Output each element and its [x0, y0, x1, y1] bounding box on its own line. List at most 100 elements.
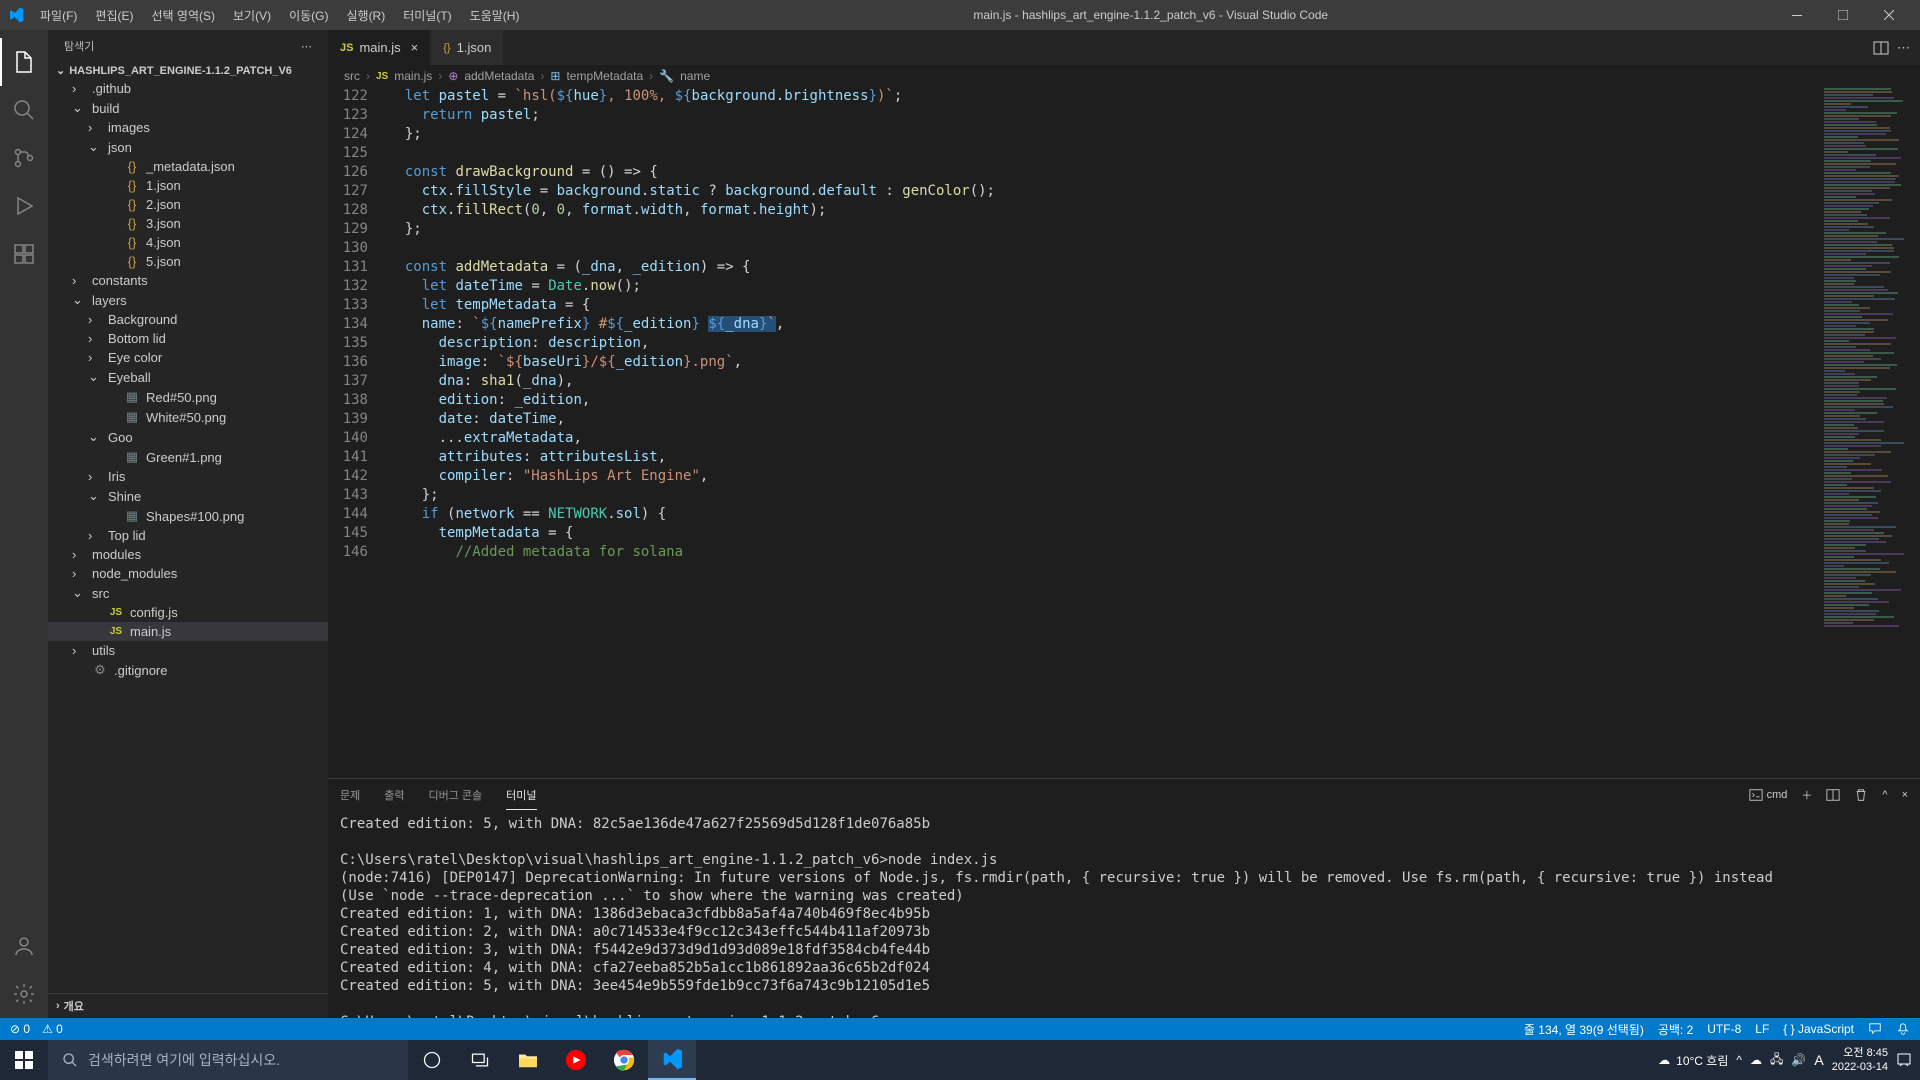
tree-folder[interactable]: ⌄json	[48, 137, 328, 157]
tree-folder[interactable]: ›Bottom lid	[48, 329, 328, 348]
split-terminal-icon[interactable]	[1826, 788, 1840, 802]
breadcrumb-item[interactable]: main.js	[394, 69, 432, 83]
taskbar-search[interactable]: 검색하려면 여기에 입력하십시오.	[48, 1040, 408, 1080]
status-cursor-position[interactable]: 줄 134, 열 39(9 선택됨)	[1524, 1021, 1644, 1038]
tree-file[interactable]: ▦White#50.png	[48, 407, 328, 427]
maximize-button[interactable]	[1820, 0, 1866, 30]
menu-item[interactable]: 파일(F)	[32, 7, 85, 24]
tree-file[interactable]: JSconfig.js	[48, 603, 328, 622]
tree-file[interactable]: {}3.json	[48, 214, 328, 233]
tree-file[interactable]: {}_metadata.json	[48, 157, 328, 176]
tree-folder[interactable]: ⌄Shine	[48, 486, 328, 506]
code-content[interactable]: let pastel = `hsl(${hue}, 100%, ${backgr…	[388, 87, 1820, 778]
outline-header[interactable]: › 개요	[48, 993, 328, 1018]
task-view-icon[interactable]	[456, 1040, 504, 1080]
breadcrumb-item[interactable]: addMetadata	[464, 69, 534, 83]
tree-file[interactable]: {}4.json	[48, 233, 328, 252]
menu-item[interactable]: 선택 영역(S)	[143, 7, 223, 24]
breadcrumb-item[interactable]: name	[680, 69, 710, 83]
extensions-activity[interactable]	[0, 230, 48, 278]
editor-tab[interactable]: {}1.json	[431, 30, 504, 65]
onedrive-icon[interactable]: ☁	[1750, 1053, 1762, 1067]
menu-item[interactable]: 터미널(T)	[395, 7, 459, 24]
tree-folder[interactable]: ⌄src	[48, 583, 328, 603]
tree-folder[interactable]: ›Eye color	[48, 348, 328, 367]
chrome-icon[interactable]	[600, 1040, 648, 1080]
tree-folder[interactable]: ›utils	[48, 641, 328, 660]
tree-file[interactable]: JSmain.js	[48, 622, 328, 641]
tree-folder[interactable]: ›node_modules	[48, 564, 328, 583]
close-tab-icon[interactable]: ×	[411, 40, 419, 55]
terminal-shell-label[interactable]: cmd	[1749, 788, 1788, 802]
breadcrumb-item[interactable]: src	[344, 69, 360, 83]
more-icon[interactable]: ⋯	[301, 40, 312, 53]
tree-folder[interactable]: ⌄build	[48, 98, 328, 118]
volume-icon[interactable]: 🔊	[1791, 1053, 1806, 1067]
editor-tab[interactable]: JSmain.js×	[328, 30, 431, 65]
minimap[interactable]	[1820, 87, 1920, 778]
run-debug-activity[interactable]	[0, 182, 48, 230]
action-center-icon[interactable]	[1896, 1052, 1912, 1068]
network-icon[interactable]: 🖧	[1770, 1050, 1783, 1071]
tree-file[interactable]: ▦Red#50.png	[48, 387, 328, 407]
tree-folder[interactable]: ›Background	[48, 310, 328, 329]
split-editor-icon[interactable]	[1873, 40, 1889, 56]
menu-item[interactable]: 이동(G)	[281, 7, 336, 24]
tree-file[interactable]: {}5.json	[48, 252, 328, 271]
panel-tab[interactable]: 문제	[340, 781, 360, 809]
tree-folder[interactable]: ›modules	[48, 545, 328, 564]
search-activity[interactable]	[0, 86, 48, 134]
weather-widget[interactable]: ☁ 10°C 흐림	[1658, 1052, 1728, 1069]
tree-folder[interactable]: ›Iris	[48, 467, 328, 486]
ime-indicator[interactable]: A	[1814, 1052, 1823, 1068]
tree-file[interactable]: {}1.json	[48, 176, 328, 195]
panel-tab[interactable]: 터미널	[506, 781, 536, 810]
status-indentation[interactable]: 공백: 2	[1658, 1021, 1693, 1038]
accounts-activity[interactable]	[0, 922, 48, 970]
youtube-music-icon[interactable]	[552, 1040, 600, 1080]
project-root[interactable]: ⌄ HASHLIPS_ART_ENGINE-1.1.2_PATCH_V6	[48, 62, 328, 79]
new-terminal-icon[interactable]: ＋	[1801, 787, 1812, 803]
tree-file[interactable]: {}2.json	[48, 195, 328, 214]
tree-folder[interactable]: ›.github	[48, 79, 328, 98]
tray-chevron-icon[interactable]: ^	[1736, 1053, 1742, 1067]
status-language[interactable]: { } JavaScript	[1783, 1022, 1854, 1036]
start-button[interactable]	[0, 1040, 48, 1080]
tree-folder[interactable]: ⌄Eyeball	[48, 367, 328, 387]
breadcrumb[interactable]: src› JS main.js› ⊕ addMetadata› ⊞ tempMe…	[328, 65, 1920, 87]
notifications-icon[interactable]	[1896, 1022, 1910, 1036]
status-warnings[interactable]: ⚠ 0	[42, 1022, 63, 1036]
tree-folder[interactable]: ⌄layers	[48, 290, 328, 310]
menu-item[interactable]: 실행(R)	[338, 7, 393, 24]
status-eol[interactable]: LF	[1755, 1022, 1769, 1036]
close-panel-icon[interactable]: ×	[1902, 789, 1908, 801]
feedback-icon[interactable]	[1868, 1022, 1882, 1036]
tree-folder[interactable]: ⌄Goo	[48, 427, 328, 447]
vscode-taskbar-icon[interactable]	[648, 1040, 696, 1080]
menu-item[interactable]: 편집(E)	[87, 7, 141, 24]
cortana-icon[interactable]	[408, 1040, 456, 1080]
clock[interactable]: 오전 8:45 2022-03-14	[1832, 1046, 1888, 1074]
status-encoding[interactable]: UTF-8	[1707, 1022, 1741, 1036]
menu-item[interactable]: 보기(V)	[225, 7, 279, 24]
minimize-button[interactable]	[1774, 0, 1820, 30]
status-errors[interactable]: ⊘ 0	[10, 1022, 30, 1036]
explorer-activity[interactable]	[0, 38, 48, 86]
panel-tab[interactable]: 디버그 콘솔	[429, 781, 483, 809]
tree-folder[interactable]: ›constants	[48, 271, 328, 290]
menu-item[interactable]: 도움말(H)	[462, 7, 528, 24]
settings-activity[interactable]	[0, 970, 48, 1018]
more-actions-icon[interactable]: ⋯	[1897, 40, 1910, 56]
close-button[interactable]	[1866, 0, 1912, 30]
terminal-output[interactable]: Created edition: 5, with DNA: 82c5ae136d…	[328, 811, 1920, 1018]
file-explorer-icon[interactable]	[504, 1040, 552, 1080]
tree-folder[interactable]: ›Top lid	[48, 526, 328, 545]
tree-folder[interactable]: ›images	[48, 118, 328, 137]
tree-file[interactable]: ▦Shapes#100.png	[48, 506, 328, 526]
panel-tab[interactable]: 출력	[384, 781, 404, 809]
maximize-panel-icon[interactable]: ^	[1882, 789, 1887, 801]
breadcrumb-item[interactable]: tempMetadata	[566, 69, 643, 83]
tree-file[interactable]: ▦Green#1.png	[48, 447, 328, 467]
code-editor[interactable]: 1221231241251261271281291301311321331341…	[328, 87, 1920, 778]
trash-icon[interactable]	[1854, 788, 1868, 802]
